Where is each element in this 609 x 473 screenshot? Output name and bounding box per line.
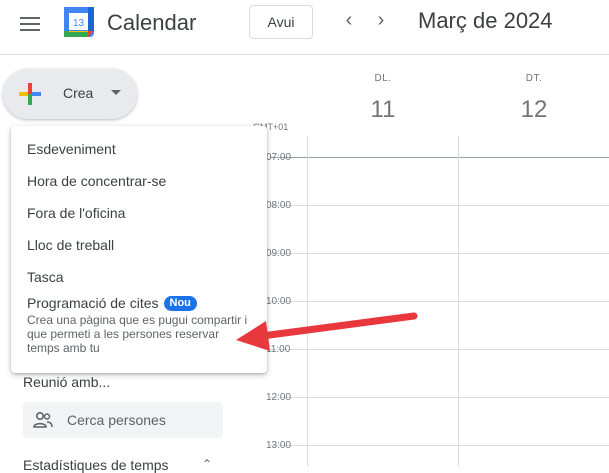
menu-item-event[interactable]: Esdeveniment bbox=[27, 141, 116, 157]
meet-with-title: Reunió amb... bbox=[23, 374, 111, 390]
chevron-left-icon[interactable]: ‹ bbox=[338, 9, 360, 32]
hour-label: 11:00 bbox=[266, 344, 291, 355]
create-menu: Esdeveniment Hora de concentrar-se Fora … bbox=[11, 126, 267, 373]
main-menu-icon[interactable] bbox=[20, 14, 40, 32]
day-of-week-mon: DL. bbox=[374, 73, 392, 84]
appointment-schedule-description: Crea una pàgina que es pugui compartir i… bbox=[27, 313, 248, 355]
hour-label: 08:00 bbox=[266, 200, 292, 211]
appointment-schedule-label: Programació de cites bbox=[27, 295, 159, 311]
people-icon bbox=[33, 411, 53, 428]
menu-item-working-location[interactable]: Lloc de treball bbox=[27, 237, 114, 253]
menu-item-appointment-schedule[interactable]: Programació de cites Nou bbox=[27, 295, 197, 311]
time-insights-title[interactable]: Estadístiques de temps bbox=[23, 457, 169, 473]
hour-label: 12:00 bbox=[266, 392, 292, 403]
top-bar: 13 Calendar Avui ‹ › Març de 2024 bbox=[0, 0, 609, 55]
create-button[interactable]: Crea bbox=[3, 69, 137, 119]
app-title: Calendar bbox=[107, 10, 197, 35]
menu-item-out-of-office[interactable]: Fora de l'oficina bbox=[27, 205, 125, 221]
calendar-logo-icon: 13 bbox=[64, 7, 94, 37]
search-people-label: Cerca persones bbox=[67, 412, 166, 428]
day-of-week-tue: DT. bbox=[525, 73, 543, 84]
menu-item-focus-time[interactable]: Hora de concentrar-se bbox=[27, 173, 166, 189]
week-grid[interactable] bbox=[307, 136, 609, 466]
hour-label: 07:00 bbox=[266, 152, 292, 163]
menu-item-task[interactable]: Tasca bbox=[27, 269, 64, 285]
chevron-right-icon[interactable]: › bbox=[370, 9, 392, 32]
day-number-mon[interactable]: 11 bbox=[363, 96, 403, 124]
logo-text: 13 bbox=[73, 18, 85, 29]
hour-label: 09:00 bbox=[266, 248, 292, 259]
day-number-tue[interactable]: 12 bbox=[514, 96, 554, 124]
month-title: Març de 2024 bbox=[418, 8, 553, 33]
hour-label: 10:00 bbox=[266, 296, 292, 307]
today-button[interactable]: Avui bbox=[249, 5, 313, 39]
plus-icon bbox=[19, 83, 41, 105]
caret-down-icon bbox=[111, 90, 121, 95]
search-people-input[interactable]: Cerca persones bbox=[23, 402, 223, 438]
hour-label: 13:00 bbox=[266, 440, 292, 451]
create-label: Crea bbox=[63, 85, 94, 101]
new-badge: Nou bbox=[163, 296, 197, 311]
chevron-up-icon[interactable]: ⌃ bbox=[202, 457, 212, 471]
